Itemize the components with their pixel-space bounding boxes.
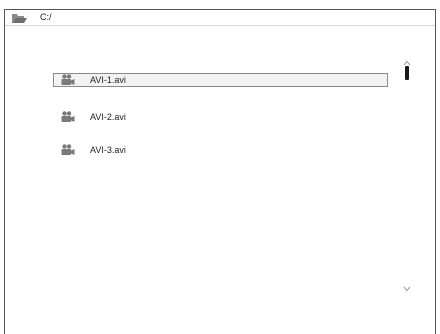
chevron-down-icon[interactable] <box>403 284 411 292</box>
video-camera-icon <box>61 111 75 123</box>
file-name: AVI-2.avi <box>90 112 126 122</box>
file-row-avi-2[interactable]: AVI-2.avi <box>53 110 388 124</box>
file-name: AVI-3.avi <box>90 145 126 155</box>
file-list: AVI-1.avi AVI-2.avi AVI-3.avi <box>5 26 435 334</box>
file-row-avi-3[interactable]: AVI-3.avi <box>53 143 388 157</box>
current-path: C:/ <box>40 12 52 22</box>
file-name: AVI-1.avi <box>90 75 126 85</box>
path-bar: C:/ <box>5 10 435 26</box>
file-row-avi-1[interactable]: AVI-1.avi <box>53 73 388 87</box>
folder-open-icon <box>12 13 27 23</box>
video-camera-icon <box>61 74 75 86</box>
scrollbar-thumb[interactable] <box>405 66 409 80</box>
video-camera-icon <box>61 144 75 156</box>
chevron-up-icon[interactable] <box>403 58 411 66</box>
file-browser-window: C:/ AVI-1.avi AVI-2.avi AVI-3.avi <box>4 9 436 334</box>
vertical-scrollbar[interactable] <box>401 58 413 294</box>
